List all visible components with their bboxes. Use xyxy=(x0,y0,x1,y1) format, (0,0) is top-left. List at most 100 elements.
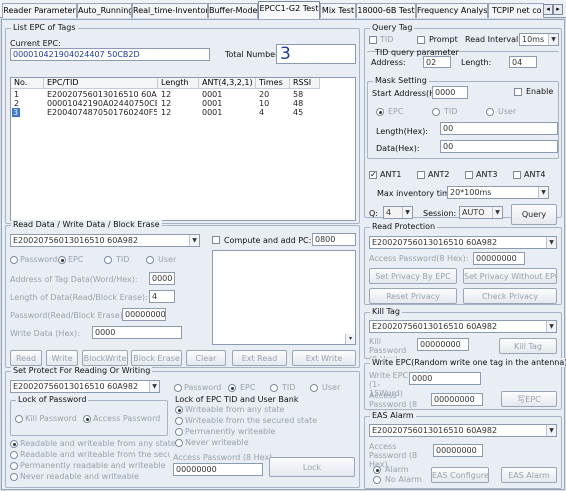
current-epc-field[interactable]: 000010421904024407 50CB2D xyxy=(10,48,210,61)
mask-epc-radio[interactable] xyxy=(376,108,384,116)
reset-privacy-button[interactable]: Reset Privacy xyxy=(369,288,457,304)
tid-address-field[interactable]: 02 xyxy=(423,56,451,68)
mask-enable-checkbox[interactable] xyxy=(514,88,522,96)
lock-bank-opt-3-radio[interactable] xyxy=(175,439,183,447)
ant4-checkbox[interactable] xyxy=(513,171,521,179)
prompt-checkbox[interactable] xyxy=(417,36,425,44)
table-row[interactable]: 2 00001042190A02440750CB… 12 0001 10 48 xyxy=(11,99,351,108)
mem-password-radio[interactable] xyxy=(10,256,18,264)
eas-epc-select[interactable]: E20020756013016510 60A982 ▼ xyxy=(369,424,557,437)
clear-button[interactable]: Clear xyxy=(186,350,226,366)
protect-password-radio[interactable] xyxy=(174,384,182,392)
rw-password-field[interactable]: 00000000 xyxy=(122,308,166,321)
set-privacy-by-epc-button[interactable]: Set Privacy By EPC xyxy=(369,268,457,284)
eas-configure-button[interactable]: EAS Configure xyxy=(431,467,489,483)
lock-bank-opt-0-radio[interactable] xyxy=(175,406,183,414)
chevron-down-icon[interactable]: ▼ xyxy=(402,207,412,218)
write-epc-field[interactable]: 0000 xyxy=(409,372,481,385)
mask-length-field[interactable]: 00 xyxy=(440,122,558,135)
tid-length-field[interactable]: 04 xyxy=(509,56,537,68)
tag-address-field[interactable]: 0000 xyxy=(149,272,175,285)
chevron-down-icon[interactable]: ▼ xyxy=(546,321,556,332)
rp-epc-select[interactable]: E20020756013016510 60A982 ▼ xyxy=(369,236,557,249)
tab-18000-6b-test[interactable]: 18000-6B Test xyxy=(356,3,416,18)
chevron-down-icon[interactable]: ▼ xyxy=(546,237,556,248)
tid-checkbox[interactable] xyxy=(369,36,377,44)
query-button[interactable]: Query xyxy=(511,204,557,225)
col-epc-tid[interactable]: EPC/TID xyxy=(44,78,158,89)
read-interval-select[interactable]: 10ms ▼ xyxy=(519,33,559,46)
tab-real-time-inventory[interactable]: Real_time-Inventory xyxy=(132,3,208,18)
tab-epcc1-g2-test[interactable]: EPCC1-G2 Test xyxy=(258,1,320,19)
mem-user-radio[interactable] xyxy=(146,256,154,264)
protect-epc-select[interactable]: E20020756013016510 60A982 ▼ xyxy=(10,380,160,393)
write-epc-access-field[interactable]: 00000000 xyxy=(431,393,483,406)
q-select[interactable]: 4 ▼ xyxy=(383,206,413,219)
tab-scroll-right-icon[interactable]: ▸ xyxy=(553,4,563,15)
write-epc-button[interactable]: 写EPC xyxy=(501,391,557,407)
chevron-down-icon[interactable]: ▼ xyxy=(538,187,548,198)
compute-pc-checkbox[interactable] xyxy=(212,236,220,244)
table-row[interactable]: 1 E20020756013016510 60A982 12 0001 20 5… xyxy=(11,90,351,99)
protect-epc-radio[interactable] xyxy=(228,384,236,392)
table-row[interactable]: 3 E2004074870501760240F5A5 12 0001 4 45 xyxy=(11,108,351,117)
lock-bank-opt-2-radio[interactable] xyxy=(175,428,183,436)
protect-opt-0-radio[interactable] xyxy=(10,440,18,448)
eas-no-alarm-radio[interactable] xyxy=(373,476,381,484)
chevron-down-icon[interactable]: ▼ xyxy=(548,34,558,45)
protect-opt-1-radio[interactable] xyxy=(10,451,18,459)
max-inventory-select[interactable]: 20*100ms ▼ xyxy=(447,186,549,199)
eas-access-field[interactable]: 00000000 xyxy=(433,444,483,457)
ext-write-button[interactable]: Ext Write xyxy=(292,350,356,366)
eas-alarm-radio[interactable] xyxy=(373,466,381,474)
rp-access-field[interactable]: 00000000 xyxy=(473,252,525,265)
protect-opt-3-radio[interactable] xyxy=(10,473,18,481)
block-erase-button[interactable]: Block Erase xyxy=(131,350,182,366)
ant1-checkbox[interactable]: ✓ xyxy=(369,171,377,179)
tab-buffer-mode[interactable]: Buffer-Mode xyxy=(208,3,258,18)
lock-bank-opt-1-radio[interactable] xyxy=(175,417,183,425)
mask-data-field[interactable]: 00 xyxy=(440,140,558,153)
read-result-textarea[interactable]: ▾ xyxy=(212,250,356,345)
tag-list[interactable]: No. EPC/TID Length ANT(4,3,2,1) Times RS… xyxy=(10,77,356,221)
tab-tcpip-net[interactable]: TCPIP net co xyxy=(488,3,544,18)
block-write-button[interactable]: BlockWrite xyxy=(82,350,128,366)
chevron-down-icon[interactable]: ▼ xyxy=(189,235,199,246)
set-privacy-without-epc-button[interactable]: Set Privacy Without EPC xyxy=(463,268,557,284)
col-rssi[interactable]: RSSI xyxy=(290,78,320,89)
tab-scroll-left-icon[interactable]: ◂ xyxy=(543,4,553,15)
eas-alarm-button[interactable]: EAS Alarm xyxy=(501,467,557,483)
tab-auto-running[interactable]: Auto_Running xyxy=(77,3,132,18)
lock-button[interactable]: Lock xyxy=(269,457,355,477)
ext-read-button[interactable]: Ext Read xyxy=(232,350,287,366)
col-times[interactable]: Times xyxy=(256,78,290,89)
mem-tid-radio[interactable] xyxy=(104,256,112,264)
mask-start-field[interactable]: 0000 xyxy=(432,86,468,99)
col-ant[interactable]: ANT(4,3,2,1) xyxy=(199,78,256,89)
mem-epc-radio[interactable] xyxy=(58,256,66,264)
write-button[interactable]: Write xyxy=(46,350,78,366)
mask-tid-radio[interactable] xyxy=(432,108,440,116)
scroll-down-icon[interactable]: ▾ xyxy=(345,334,355,344)
check-privacy-button[interactable]: Check Privacy xyxy=(463,288,557,304)
pc-value-field[interactable]: 0800 xyxy=(312,233,356,246)
rw-epc-select[interactable]: E20020756013016510 60A982 ▼ xyxy=(10,234,200,247)
chevron-down-icon[interactable]: ▼ xyxy=(149,381,159,392)
protect-user-radio[interactable] xyxy=(310,384,318,392)
protect-tid-radio[interactable] xyxy=(270,384,278,392)
tab-frequency-analysis[interactable]: Frequency Analysis xyxy=(416,3,488,18)
col-no[interactable]: No. xyxy=(11,78,44,89)
protect-opt-2-radio[interactable] xyxy=(10,462,18,470)
chevron-down-icon[interactable]: ▼ xyxy=(546,425,556,436)
mask-user-radio[interactable] xyxy=(486,108,494,116)
read-button[interactable]: Read xyxy=(10,350,42,366)
kill-password-radio[interactable] xyxy=(15,415,23,423)
session-select[interactable]: AUTO ▼ xyxy=(459,206,503,219)
tab-reader-parameter[interactable]: Reader Parameter xyxy=(2,3,77,18)
data-length-field[interactable]: 4 xyxy=(149,290,175,303)
write-data-field[interactable]: 0000 xyxy=(92,326,182,339)
kill-tag-button[interactable]: Kill Tag xyxy=(499,338,557,354)
kill-password-field[interactable]: 00000000 xyxy=(417,338,469,351)
ant2-checkbox[interactable] xyxy=(417,171,425,179)
kill-epc-select[interactable]: E20020756013016510 60A982 ▼ xyxy=(369,320,557,333)
